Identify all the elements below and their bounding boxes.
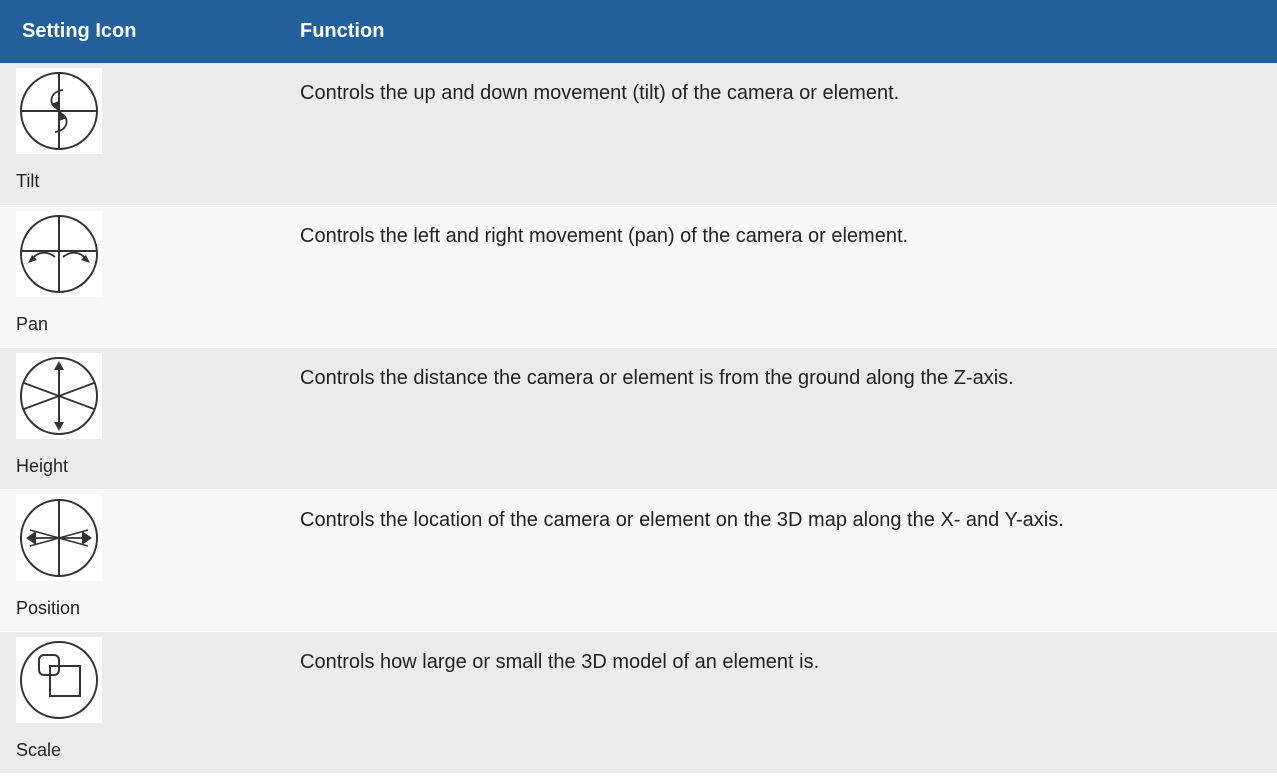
function-description: Controls how large or small the 3D model… — [285, 630, 1277, 773]
pan-icon — [16, 210, 102, 297]
setting-icon-cell: Position — [0, 488, 285, 631]
function-description: Controls the up and down movement (tilt)… — [285, 63, 1277, 205]
setting-icon-cell: Tilt — [0, 63, 285, 205]
table-row: Scale Controls how large or small the 3D… — [0, 630, 1277, 773]
setting-icon-cell: Pan — [0, 204, 285, 347]
setting-icon-cell: Scale — [0, 630, 285, 773]
setting-icon-cell: Height — [0, 346, 285, 489]
function-column-header: Function — [285, 0, 1277, 63]
scale-icon — [16, 636, 102, 723]
table-header-row: Setting Icon Function — [0, 0, 1277, 63]
icon-label: Pan — [16, 313, 49, 334]
icon-label: Scale — [16, 739, 62, 760]
table-row: Height Controls the distance the camera … — [0, 346, 1277, 489]
position-icon — [16, 494, 102, 581]
function-description: Controls the left and right movement (pa… — [285, 204, 1277, 347]
icon-label: Height — [16, 455, 69, 476]
table-row: Pan Controls the left and right movement… — [0, 204, 1277, 347]
icon-label: Tilt — [16, 171, 40, 191]
table-row: Tilt Controls the up and down movement (… — [0, 63, 1277, 205]
setting-icon-column-header: Setting Icon — [0, 0, 285, 63]
table-row: Position Controls the location of the ca… — [0, 488, 1277, 631]
tilt-icon — [16, 68, 102, 154]
height-icon — [16, 352, 102, 439]
settings-table: Setting Icon Function Tilt Controls the … — [0, 0, 1277, 773]
function-description: Controls the location of the camera or e… — [285, 488, 1277, 631]
icon-label: Position — [16, 597, 81, 618]
function-description: Controls the distance the camera or elem… — [285, 346, 1277, 489]
